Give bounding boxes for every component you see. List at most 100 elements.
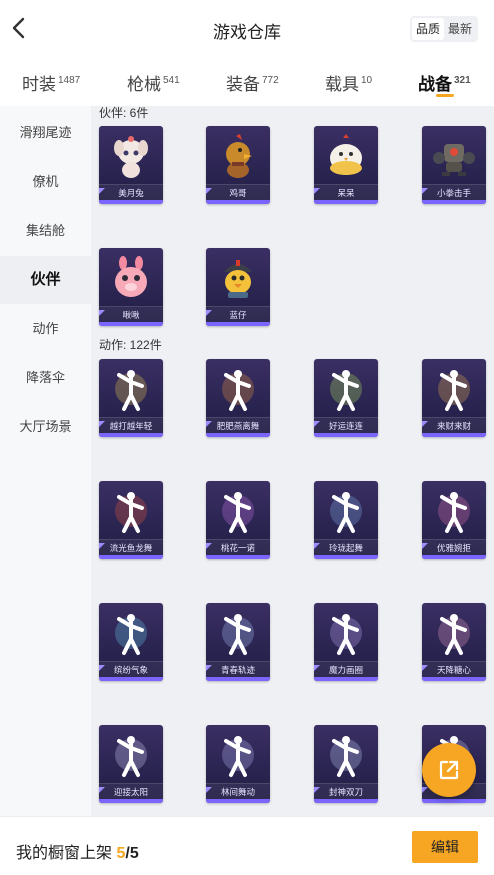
tab-equipment[interactable]: 装备 772: [226, 70, 279, 95]
item-card[interactable]: 流光鱼龙舞: [99, 481, 163, 559]
sidebar-item-capsule[interactable]: 集结舱: [0, 207, 91, 255]
item-name: 鸡哥: [206, 184, 270, 200]
item-name: 美月兔: [99, 184, 163, 200]
item-card[interactable]: 越打越年轻: [99, 359, 163, 437]
item-card[interactable]: 啾啾: [99, 248, 163, 326]
dancer-silhouette-icon: [438, 370, 470, 411]
tab-prep[interactable]: 战备 321: [418, 70, 471, 95]
quality-flag: [206, 665, 212, 671]
sidebar-item-companion[interactable]: 伙伴: [0, 256, 91, 304]
sidebar-item-glide-trail[interactable]: 滑翔尾迹: [0, 109, 91, 157]
item-card[interactable]: 玲珑起舞: [314, 481, 378, 559]
item-name: 啾啾: [99, 306, 163, 322]
quality-bar: [99, 799, 163, 803]
item-name: 封神双刀: [314, 783, 378, 799]
item-card[interactable]: 小拳击手: [422, 126, 486, 204]
item-card[interactable]: 迎接太阳: [99, 725, 163, 803]
tab-label: 载具: [325, 75, 359, 94]
quality-flag: [206, 188, 212, 194]
tab-label: 枪械: [127, 75, 161, 94]
dancer-silhouette-icon: [115, 492, 147, 533]
item-card[interactable]: 好运连连: [314, 359, 378, 437]
item-name: 桃花一诺: [206, 539, 270, 555]
item-card[interactable]: 桃花一诺: [206, 481, 270, 559]
quality-flag: [99, 787, 105, 793]
tab-fashion[interactable]: 时装 1487: [22, 70, 80, 95]
item-card[interactable]: 美月兔: [99, 126, 163, 204]
dancer-silhouette-icon: [330, 492, 362, 533]
quality-flag: [99, 665, 105, 671]
item-name: 优雅婉拒: [422, 539, 486, 555]
showcase-total-count: 5: [129, 845, 139, 862]
item-grid: 伙伴: 6件 美月兔 鸡哥 呆呆 小拳击手 啾啾 蓝仔 动作: 122件 越打越…: [91, 106, 494, 816]
quality-flag: [422, 421, 428, 427]
dancer-silhouette-icon: [222, 614, 254, 655]
quality-bar: [206, 322, 270, 326]
quality-flag: [99, 421, 105, 427]
showcase-status: 我的橱窗上架 5/5: [16, 839, 139, 863]
quality-bar: [206, 799, 270, 803]
quality-bar: [422, 677, 486, 681]
item-card[interactable]: 魔力画圈: [314, 603, 378, 681]
item-name: 越打越年轻: [99, 417, 163, 433]
tab-indicator: [436, 94, 454, 97]
sidebar: 滑翔尾迹 僚机 集结舱 伙伴 动作 降落伞 大厅场景: [0, 106, 91, 816]
quality-bar: [206, 555, 270, 559]
item-card[interactable]: 来财来财: [422, 359, 486, 437]
dancer-silhouette-icon: [222, 492, 254, 533]
quality-flag: [314, 421, 320, 427]
quality-flag: [422, 188, 428, 194]
quality-bar: [99, 677, 163, 681]
quality-bar: [99, 200, 163, 204]
quality-flag: [206, 787, 212, 793]
item-name: 呆呆: [314, 184, 378, 200]
quality-bar: [314, 799, 378, 803]
tab-vehicles[interactable]: 载具 10: [325, 70, 372, 95]
item-card[interactable]: 鸡哥: [206, 126, 270, 204]
quality-flag: [314, 543, 320, 549]
edit-button[interactable]: 编辑: [412, 831, 478, 863]
quality-bar: [422, 200, 486, 204]
dancer-silhouette-icon: [330, 614, 362, 655]
item-name: 好运连连: [314, 417, 378, 433]
item-card[interactable]: 呆呆: [314, 126, 378, 204]
item-name: 林间舞动: [206, 783, 270, 799]
quality-flag: [314, 665, 320, 671]
dancer-silhouette-icon: [115, 614, 147, 655]
dancer-silhouette-icon: [222, 736, 254, 777]
tab-guns[interactable]: 枪械 541: [127, 70, 180, 95]
quality-bar: [314, 555, 378, 559]
showcase-label: 我的橱窗上架: [16, 845, 113, 862]
sidebar-item-lobby-scene[interactable]: 大厅场景: [0, 403, 91, 451]
sort-quality[interactable]: 品质: [411, 18, 444, 40]
tab-label: 时装: [22, 75, 56, 94]
item-card[interactable]: 林间舞动: [206, 725, 270, 803]
quality-bar: [99, 322, 163, 326]
tab-count: 772: [262, 75, 279, 86]
item-card[interactable]: 天降糖心: [422, 603, 486, 681]
boxer-robot-companion-icon: [433, 144, 475, 176]
tab-count: 10: [361, 75, 373, 86]
item-card[interactable]: 蓝仔: [206, 248, 270, 326]
sidebar-item-parachute[interactable]: 降落伞: [0, 354, 91, 402]
sort-latest[interactable]: 最新: [444, 18, 476, 40]
dancer-silhouette-icon: [330, 736, 362, 777]
quality-flag: [99, 310, 105, 316]
quality-flag: [422, 543, 428, 549]
sort-toggle: 品质 最新: [409, 16, 478, 42]
item-name: 来财来财: [422, 417, 486, 433]
share-button[interactable]: [422, 743, 476, 797]
item-card[interactable]: 优雅婉拒: [422, 481, 486, 559]
item-name: 小拳击手: [422, 184, 486, 200]
item-card[interactable]: 青春轨迹: [206, 603, 270, 681]
app-header: 游戏仓库 品质 最新: [0, 0, 494, 58]
sidebar-item-wingman[interactable]: 僚机: [0, 158, 91, 206]
quality-bar: [314, 433, 378, 437]
item-card[interactable]: 缤纷气象: [99, 603, 163, 681]
emote-section-title: 动作: 122件: [99, 338, 162, 352]
item-card[interactable]: 肥肥燕离舞: [206, 359, 270, 437]
sidebar-item-emote[interactable]: 动作: [0, 305, 91, 353]
quality-flag: [99, 188, 105, 194]
category-tabs: 时装 1487 枪械 541 装备 772 载具 10 战备 321: [0, 58, 494, 106]
item-card[interactable]: 封神双刀: [314, 725, 378, 803]
